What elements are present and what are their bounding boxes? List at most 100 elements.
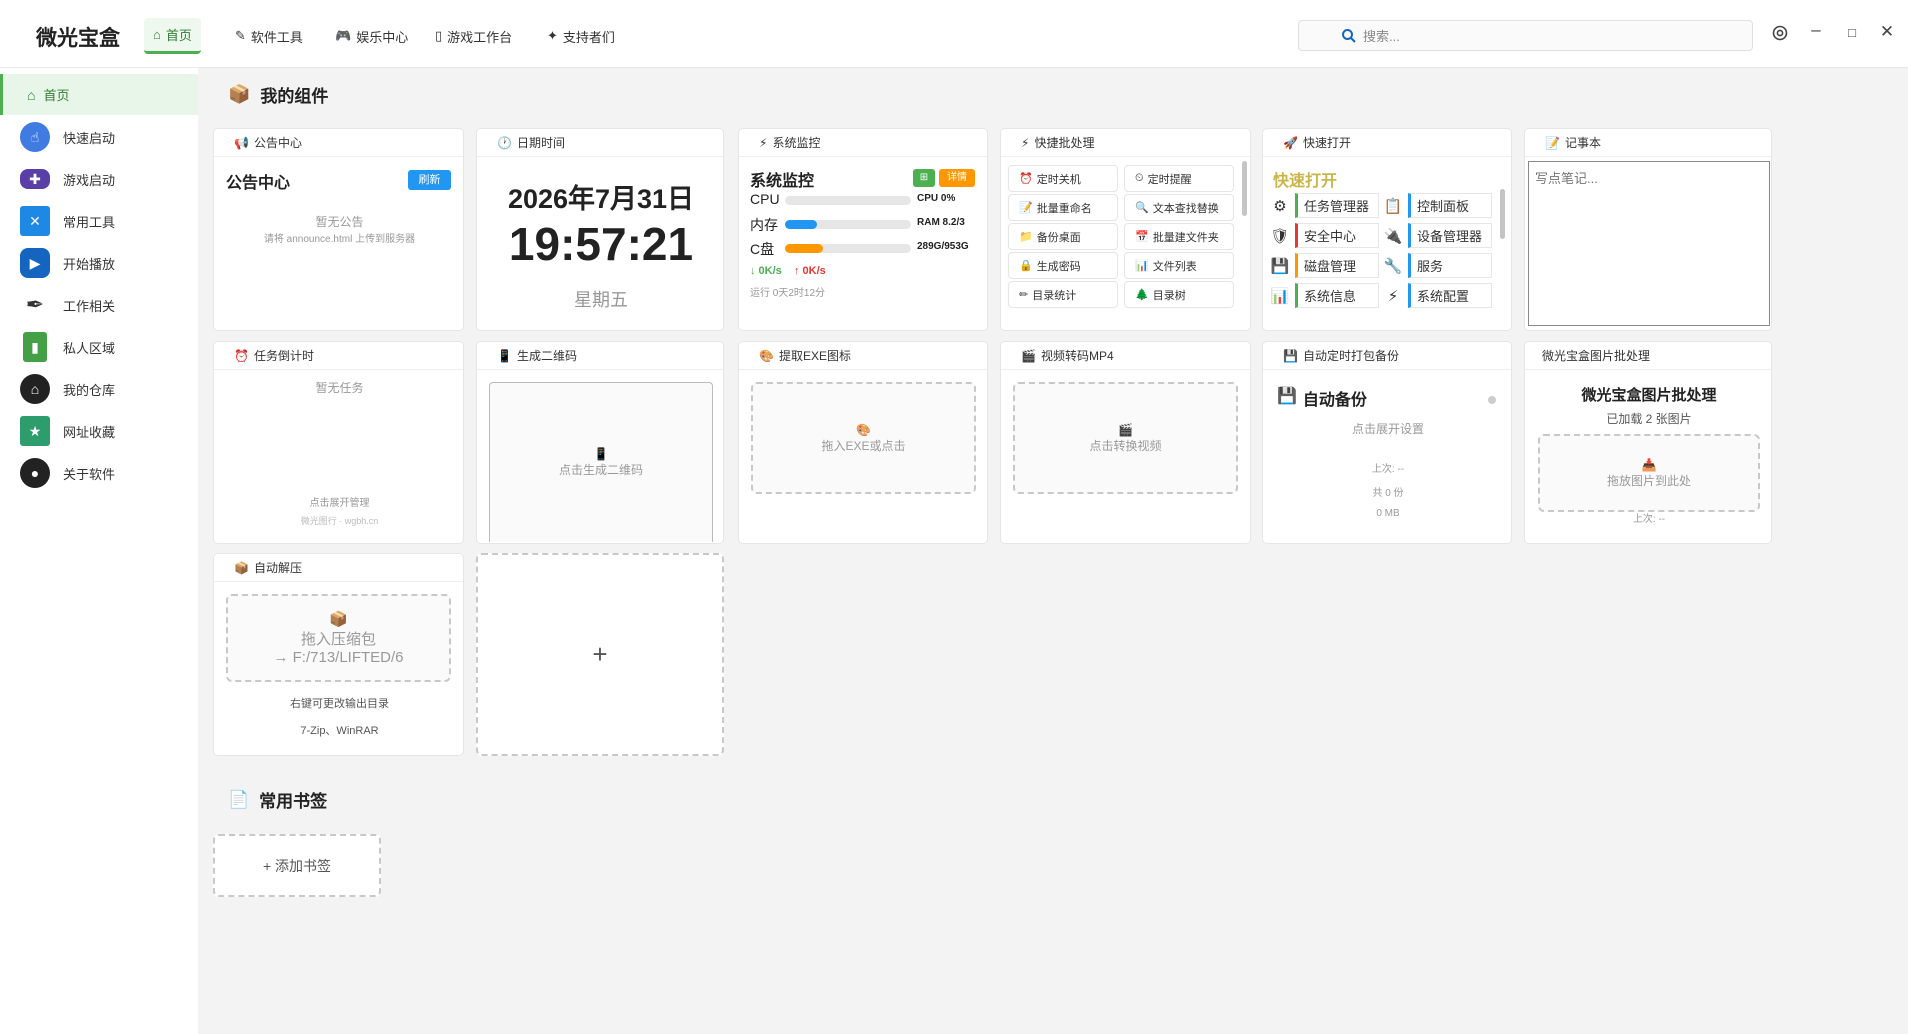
sidebar-item-game-launch[interactable]: ✚ 游戏启动 [0, 159, 198, 199]
unzip-output-path: → F:/713/LIFTED/6 [273, 649, 404, 666]
grid-view-button[interactable]: ⊞ [913, 169, 935, 187]
image-batch-title: 微光宝盒图片批处理 [1581, 387, 1717, 404]
quick-open-item[interactable]: ⚡ 系统配置 [1382, 283, 1492, 308]
quick-open-item[interactable]: 🔌 设备管理器 [1382, 223, 1492, 248]
scrollbar-thumb[interactable] [1500, 189, 1505, 239]
widget-header: 📦 自动解压 [214, 554, 463, 582]
batch-item[interactable]: 🔍 文本查找替换 [1124, 194, 1234, 221]
star-badge-icon: ★ [20, 416, 50, 446]
sysmon-row-value: 289G/953G [917, 241, 969, 252]
palette-icon: 🎨 [759, 348, 774, 363]
lightning-icon: ⚡ [759, 135, 768, 150]
net-up-rate: ↑ 0K/s [794, 265, 826, 277]
quick-open-item[interactable]: 🛡 安全中心 [1269, 223, 1379, 248]
unzip-drop-zone[interactable]: 📦 拖入压缩包 → F:/713/LIFTED/6 [226, 594, 451, 682]
sidebar-item-private[interactable]: ▮ 私人区域 [0, 327, 198, 367]
widget-header: 📱 生成二维码 [477, 342, 723, 370]
system-monitor-widget: ⚡ 系统监控 系统监控 ⊞ 详情 CPU CPU 0% 内存 RAM 8.2/3 C盘 28… [738, 128, 988, 331]
widget-header-label: 微光宝盒图片批处理 [1542, 349, 1651, 363]
add-widget-button[interactable]: + [476, 553, 724, 756]
search-icon [1342, 29, 1356, 43]
tab-software-tools[interactable]: ✎ 软件工具 [226, 18, 312, 54]
person-icon: ▮ [23, 332, 47, 362]
sidebar-item-label: 网址收藏 [63, 424, 116, 440]
sidebar-item-label: 游戏启动 [63, 172, 116, 188]
add-bookmark-button[interactable]: + 添加书签 [213, 834, 381, 897]
batch-item-icon: 📊 [1135, 260, 1149, 272]
quick-open-item-icon: 📊 [1270, 287, 1290, 305]
net-down-rate: ↓ 0K/s [750, 265, 782, 277]
quick-open-item[interactable]: ⚙ 任务管理器 [1269, 193, 1379, 218]
gamepad-icon: 🎮 [335, 28, 352, 43]
sidebar-item-bookmarks[interactable]: ★ 网址收藏 [0, 411, 198, 451]
batch-processing-widget: ⚡ 快捷批处理 ⏰ 定时关机 ⏲ 定时提醒 📝 批量重命名 🔍 文本查找替换 📁 备份桌面 📅 批量建文… [1000, 128, 1251, 331]
sidebar-item-play[interactable]: ▶ 开始播放 [0, 243, 198, 283]
batch-item[interactable]: 📝 批量重命名 [1008, 194, 1118, 221]
batch-item-label: 文本查找替换 [1152, 202, 1219, 215]
batch-item[interactable]: 🔒 生成密码 [1008, 252, 1118, 279]
batch-item[interactable]: 📊 文件列表 [1124, 252, 1234, 279]
batch-item[interactable]: 🌲 目录树 [1124, 281, 1234, 308]
sidebar-item-about[interactable]: ● 关于软件 [0, 453, 198, 493]
batch-item-icon: ✏ [1019, 289, 1029, 301]
details-button[interactable]: 详情 [939, 169, 975, 187]
batch-item[interactable]: ⏰ 定时关机 [1008, 165, 1118, 192]
backup-setting-link[interactable]: 点击展开设置 [1263, 420, 1511, 437]
batch-item[interactable]: ⏲ 定时提醒 [1124, 165, 1234, 192]
sysmon-title: 系统监控 [750, 173, 815, 190]
star-icon: ✦ [547, 28, 558, 43]
quick-open-item-label: 磁盘管理 [1295, 253, 1379, 278]
countdown-manage-link[interactable]: 点击展开管理 [214, 494, 463, 509]
batch-item[interactable]: ✏ 目录统计 [1008, 281, 1118, 308]
quick-open-item-icon: 💾 [1270, 257, 1290, 275]
home-icon: ⌂ [27, 86, 36, 103]
quick-open-item[interactable]: 🔧 服务 [1382, 253, 1492, 278]
settings-gear-icon[interactable] [1770, 24, 1790, 47]
sidebar-item-quick-launch[interactable]: ☝ 快速启动 [0, 117, 198, 157]
add-widget-plus: + [592, 639, 608, 669]
batch-item-icon: 🔍 [1135, 202, 1149, 214]
exe-drop-zone[interactable]: 🎨 拖入EXE或点击 [751, 382, 976, 494]
batch-item-icon: ⏰ [1019, 173, 1033, 185]
megaphone-icon: 📢 [234, 135, 249, 150]
tab-supporters[interactable]: ✦ 支持者们 [538, 18, 624, 54]
sidebar-item-label: 我的仓库 [63, 382, 116, 398]
close-icon[interactable]: ✕ [1877, 22, 1897, 42]
minimize-icon[interactable]: – [1806, 20, 1826, 40]
batch-item-icon: 🔒 [1019, 260, 1033, 272]
pen-icon: ✎ [235, 28, 246, 43]
search-placeholder: 搜索... [1363, 29, 1400, 44]
backup-size: 0 MB [1376, 508, 1400, 519]
quick-open-item[interactable]: 💾 磁盘管理 [1269, 253, 1379, 278]
batch-item[interactable]: 📁 备份桌面 [1008, 223, 1118, 250]
tab-entertainment[interactable]: 🎮 娱乐中心 [326, 18, 417, 54]
tab-home[interactable]: ⌂ 首页 [144, 18, 201, 54]
notes-textarea[interactable] [1528, 161, 1770, 326]
sidebar-item-tools[interactable]: ✕ 常用工具 [0, 201, 198, 241]
maximize-icon[interactable]: □ [1842, 25, 1862, 40]
quick-open-item[interactable]: 📊 系统信息 [1269, 283, 1379, 308]
image-drop-zone[interactable]: 📥 拖放图片到此处 [1538, 434, 1760, 512]
search-input[interactable]: 搜索... [1298, 20, 1753, 51]
batch-item-label: 文件列表 [1152, 260, 1197, 273]
quick-open-item-icon: 🔌 [1383, 227, 1403, 245]
tab-game-workbench[interactable]: ▯ 游戏工作台 [426, 18, 521, 54]
quick-open-item[interactable]: 📋 控制面板 [1382, 193, 1492, 218]
refresh-button[interactable]: 刷新 [408, 170, 451, 190]
backup-status-dot [1488, 396, 1496, 404]
quick-open-item-label: 安全中心 [1295, 223, 1379, 248]
sidebar-item-work[interactable]: ✒ 工作相关 [0, 285, 198, 325]
batch-item[interactable]: 📅 批量建文件夹 [1124, 223, 1234, 250]
announcement-title: 公告中心 [226, 175, 291, 192]
quick-open-item-icon: ⚙ [1273, 197, 1287, 215]
quick-open-item-label: 控制面板 [1408, 193, 1492, 218]
repo-icon: ⌂ [20, 374, 50, 404]
sidebar-item-home[interactable]: ⌂ 首页 [0, 74, 198, 115]
widget-header-label: 快捷批处理 [1034, 136, 1095, 150]
scrollbar-thumb[interactable] [1242, 161, 1247, 216]
qrcode-area[interactable]: 📱 点击生成二维码 [489, 382, 713, 542]
sidebar-item-repository[interactable]: ⌂ 我的仓库 [0, 369, 198, 409]
video-drop-zone[interactable]: 🎬 点击转换视频 [1013, 382, 1238, 494]
datetime-widget: 🕐 日期时间 2026年7月31日 19:57:21 星期五 [476, 128, 724, 331]
announcement-hint: 请将 announce.html 上传到服务器 [263, 234, 416, 245]
